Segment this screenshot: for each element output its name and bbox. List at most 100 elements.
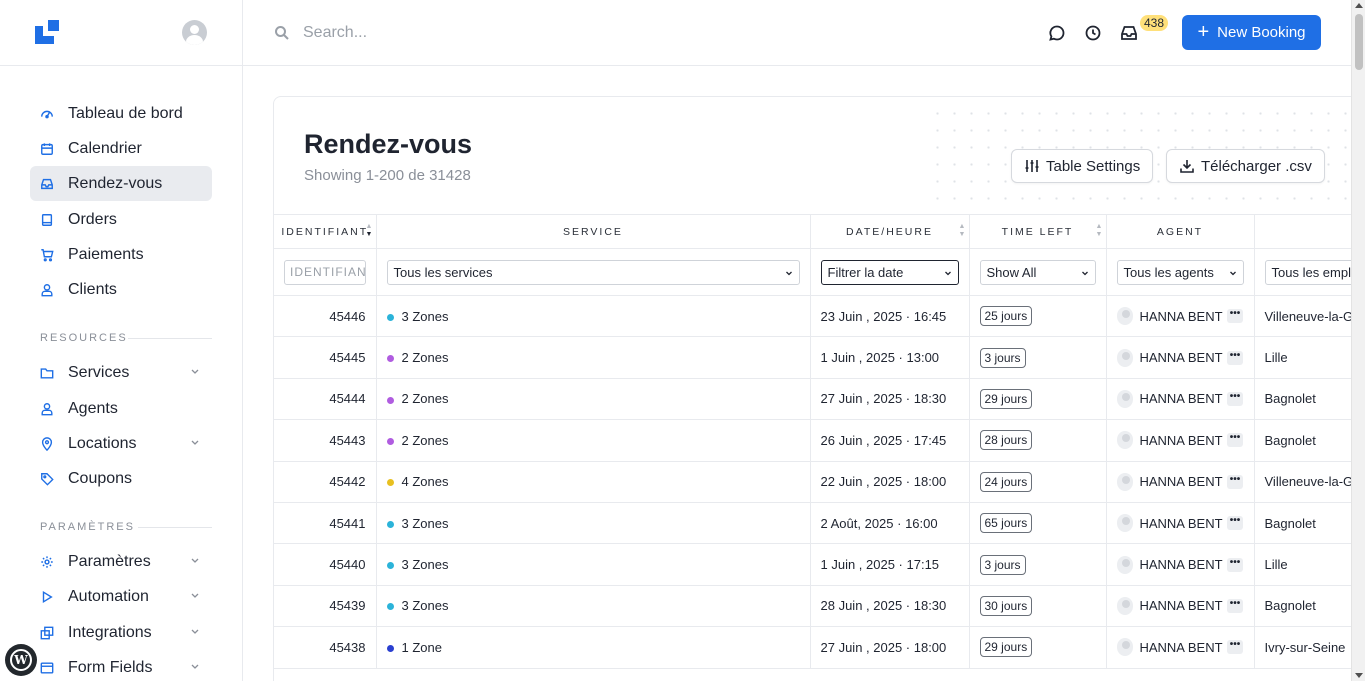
sidebar-item-label: Agents xyxy=(68,399,118,417)
table-row[interactable]: 45446 3 Zones 23 Juin , 2025 · 16:45 25 jou… xyxy=(274,295,1351,338)
service-color-dot xyxy=(386,479,394,487)
logo[interactable] xyxy=(35,20,60,45)
scroll-down-icon[interactable] xyxy=(1355,673,1363,678)
chat-icon[interactable] xyxy=(1048,24,1066,42)
cell-location: Bagnolet xyxy=(1254,502,1351,545)
cell-location: Ivry-sur-Seine xyxy=(1254,626,1351,669)
service-color-dot xyxy=(386,520,394,528)
tag-icon xyxy=(40,472,54,486)
agent-avatar xyxy=(1116,389,1134,408)
new-booking-button[interactable]: + New Booking xyxy=(1182,15,1321,50)
cell-service: 3 Zones xyxy=(376,295,811,338)
sidebar-item-calendrier[interactable]: Calendrier xyxy=(30,131,212,166)
service-color-dot xyxy=(386,603,394,611)
sidebar-item-locations[interactable]: Locations xyxy=(30,426,212,461)
more-icon[interactable]: ••• xyxy=(1226,309,1244,324)
plus-icon: + xyxy=(1197,20,1210,43)
cell-date: 28 Juin , 2025 · 18:30 xyxy=(810,585,970,628)
cell-date: 1 Juin , 2025 · 13:00 xyxy=(810,336,970,379)
search-input[interactable] xyxy=(303,20,703,46)
scrollbar[interactable] xyxy=(1351,0,1365,681)
cell-id: 45439 xyxy=(274,585,377,628)
cell-id: 45445 xyxy=(274,336,377,379)
play-icon xyxy=(40,590,54,604)
column-header-date[interactable]: DATE/HEURE ▲ ▼ xyxy=(810,214,970,249)
wordpress-button[interactable]: W xyxy=(5,644,37,676)
more-icon[interactable]: ••• xyxy=(1226,598,1244,613)
column-header-agent[interactable]: AGENT xyxy=(1106,214,1255,249)
table-row[interactable]: 45443 2 Zones 26 Juin , 2025 · 17:45 28 jou… xyxy=(274,419,1351,462)
column-header-location[interactable] xyxy=(1254,214,1351,249)
scrollbar-thumb[interactable] xyxy=(1355,14,1363,70)
user-icon xyxy=(40,402,54,416)
user-avatar[interactable] xyxy=(182,20,207,45)
gear-icon xyxy=(40,555,54,569)
download-csv-button[interactable]: Télécharger .csv xyxy=(1166,149,1325,183)
calendar-icon xyxy=(40,142,54,156)
table-row[interactable]: 45444 2 Zones 27 Juin , 2025 · 18:30 29 jou… xyxy=(274,378,1351,421)
more-icon[interactable]: ••• xyxy=(1226,516,1244,531)
clock-icon[interactable] xyxy=(1084,24,1102,42)
sidebar-item-integrations[interactable]: Integrations xyxy=(30,615,212,650)
sidebar-header xyxy=(0,0,242,66)
agent-avatar xyxy=(1116,348,1134,367)
more-icon[interactable]: ••• xyxy=(1226,391,1244,406)
service-color-dot xyxy=(386,562,394,570)
service-color-dot xyxy=(386,644,394,652)
sidebar-item-clients[interactable]: Clients xyxy=(30,272,212,307)
column-header-service[interactable]: SERVICE xyxy=(376,214,811,249)
cell-time-left: 25 jours xyxy=(969,295,1107,338)
sidebar-item-orders[interactable]: Orders xyxy=(30,202,212,237)
cell-agent: HANNA BENT ••• xyxy=(1106,626,1255,669)
table-row[interactable]: 45445 2 Zones 1 Juin , 2025 · 13:00 3 jours… xyxy=(274,336,1351,379)
sidebar-item-agents[interactable]: Agents xyxy=(30,391,212,426)
table-settings-button[interactable]: Table Settings xyxy=(1011,149,1154,183)
cell-agent: HANNA BENT ••• xyxy=(1106,419,1255,462)
sidebar-item-services[interactable]: Services xyxy=(30,355,212,390)
date-filter-select[interactable]: Filtrer la date xyxy=(820,259,959,285)
chevron-down-icon xyxy=(191,440,199,445)
table-row[interactable]: 45442 4 Zones 22 Juin , 2025 · 18:00 24 jou… xyxy=(274,461,1351,503)
table-row[interactable]: 45441 3 Zones 2 Août, 2025 · 16:00 65 jours… xyxy=(274,502,1351,545)
table-row[interactable]: 45439 3 Zones 28 Juin , 2025 · 18:30 30 jou… xyxy=(274,585,1351,628)
sidebar-item-label: Integrations xyxy=(68,623,152,641)
cell-service: 3 Zones xyxy=(376,502,811,545)
cell-id: 45443 xyxy=(274,419,377,462)
service-color-dot xyxy=(386,355,394,363)
column-header-time-left[interactable]: TIME LEFT ▲ ▼ xyxy=(969,214,1107,249)
cell-service: 2 Zones xyxy=(376,419,811,462)
sidebar-item-automation[interactable]: Automation xyxy=(30,579,212,614)
table-row[interactable]: 45438 1 Zone 27 Juin , 2025 · 18:00 29 jour… xyxy=(274,626,1351,669)
service-filter-select[interactable]: Tous les services xyxy=(386,259,800,285)
table-row[interactable]: 45440 3 Zones 1 Juin , 2025 · 17:15 3 jours… xyxy=(274,543,1351,586)
cell-id: 45442 xyxy=(274,461,377,503)
id-filter-input[interactable]: IDENTIFIAN xyxy=(284,259,366,285)
column-header-id[interactable]: IDENTIFIANT ▲ ▼ xyxy=(274,214,377,249)
more-icon[interactable]: ••• xyxy=(1226,557,1244,572)
cell-service: 2 Zones xyxy=(376,378,811,421)
sidebar-item-coupons[interactable]: Coupons xyxy=(30,461,212,496)
agent-avatar xyxy=(1116,555,1134,574)
more-icon[interactable]: ••• xyxy=(1226,640,1244,655)
more-icon[interactable]: ••• xyxy=(1226,350,1244,365)
time-left-filter-select[interactable]: Show All xyxy=(979,259,1096,285)
filter-row: IDENTIFIAN Tous les services Filtrer la … xyxy=(274,248,1351,296)
inbox-icon[interactable] xyxy=(1120,24,1138,42)
more-icon[interactable]: ••• xyxy=(1226,433,1244,448)
scroll-up-icon[interactable] xyxy=(1355,3,1363,8)
cell-agent: HANNA BENT ••• xyxy=(1106,585,1255,628)
location-filter-select[interactable]: Tous les empla xyxy=(1264,259,1351,285)
sidebar-item-form-fields[interactable]: Form Fields xyxy=(30,650,212,681)
cell-id: 45441 xyxy=(274,502,377,545)
book-icon xyxy=(40,213,54,227)
sidebar-item-label: Locations xyxy=(68,434,137,452)
sidebar-item-rendez-vous[interactable]: Rendez-vous xyxy=(30,166,212,201)
sidebar-item-label: Clients xyxy=(68,280,117,298)
sidebar-item-parametres[interactable]: Paramètres xyxy=(30,544,212,579)
sidebar-item-paiements[interactable]: Paiements xyxy=(30,237,212,272)
cell-agent: HANNA BENT ••• xyxy=(1106,378,1255,421)
more-icon[interactable]: ••• xyxy=(1226,474,1244,489)
agent-filter-select[interactable]: Tous les agents xyxy=(1116,259,1244,285)
sidebar-item-tableau-de-bord[interactable]: Tableau de bord xyxy=(30,96,212,131)
agent-avatar xyxy=(1116,472,1134,491)
